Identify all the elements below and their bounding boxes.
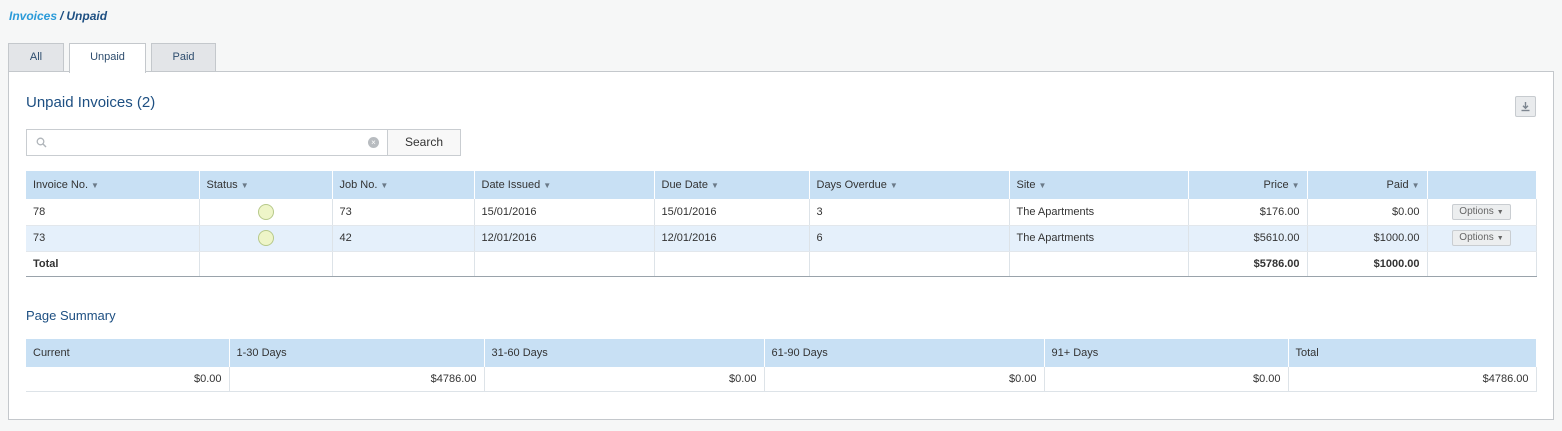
options-label: Options — [1459, 232, 1494, 243]
table-row[interactable]: 73 42 12/01/2016 12/01/2016 6 The Apartm… — [26, 225, 1537, 252]
page-summary-title: Page Summary — [26, 308, 116, 323]
summary-col-current: Current — [26, 339, 230, 367]
summary-value-61-90: $0.00 — [764, 367, 1045, 392]
page-summary-table: Current 1-30 Days 31-60 Days 61-90 Days … — [26, 339, 1537, 392]
sort-caret-icon: ▼ — [543, 181, 552, 190]
cell-invoice-no[interactable]: 73 — [26, 225, 200, 252]
cell-status — [199, 225, 333, 252]
total-paid: $1000.00 — [1307, 250, 1428, 277]
summary-col-total: Total — [1288, 339, 1537, 367]
col-header-price[interactable]: Price ▼ — [1188, 171, 1308, 199]
sort-caret-icon: ▼ — [710, 181, 719, 190]
summary-value-91-plus: $0.00 — [1044, 367, 1289, 392]
summary-value-current: $0.00 — [26, 367, 230, 392]
page-title: Unpaid Invoices (2) — [26, 94, 156, 111]
cell-paid: $1000.00 — [1307, 225, 1428, 252]
breadcrumb: Invoices / Unpaid — [9, 9, 107, 23]
status-indicator-icon — [257, 230, 274, 246]
sort-caret-icon: ▼ — [1038, 181, 1047, 190]
cell-options: Options ▼ — [1427, 199, 1537, 226]
tab-all[interactable]: All — [8, 43, 64, 72]
table-header-row: Invoice No. ▼ Status ▼ Job No. ▼ Date Issue… — [26, 171, 1537, 199]
breadcrumb-separator: / — [60, 9, 64, 23]
cell-status — [199, 199, 333, 226]
breadcrumb-invoices-link[interactable]: Invoices — [9, 9, 57, 23]
total-label: Total — [26, 250, 200, 277]
summary-col-61-90: 61-90 Days — [764, 339, 1045, 367]
col-header-paid[interactable]: Paid ▼ — [1307, 171, 1428, 199]
status-indicator-icon — [257, 203, 274, 220]
summary-header-row: Current 1-30 Days 31-60 Days 61-90 Days … — [26, 339, 1537, 367]
col-header-label: Job No. — [339, 179, 378, 191]
table-row[interactable]: 78 73 15/01/2016 15/01/2016 3 The Apartm… — [26, 199, 1537, 226]
cell-job-no: 73 — [332, 199, 475, 226]
cell-options: Options ▼ — [1427, 225, 1537, 252]
cell-invoice-no[interactable]: 78 — [26, 199, 200, 226]
summary-values-row: $0.00 $4786.00 $0.00 $0.00 $0.00 $4786.0… — [26, 367, 1537, 392]
cell-site: The Apartments — [1009, 199, 1189, 226]
sort-caret-icon: ▼ — [1291, 181, 1300, 190]
cell-site: The Apartments — [1009, 225, 1189, 252]
chevron-down-icon: ▼ — [1496, 208, 1504, 216]
col-header-job-no[interactable]: Job No. ▼ — [332, 171, 475, 199]
col-header-label: Days Overdue — [816, 179, 887, 191]
summary-col-91-plus: 91+ Days — [1044, 339, 1289, 367]
summary-col-1-30: 1-30 Days — [229, 339, 485, 367]
col-header-invoice-no[interactable]: Invoice No. ▼ — [26, 171, 200, 199]
total-row: Total $5786.00 $1000.00 — [26, 250, 1537, 277]
sort-caret-icon: ▼ — [889, 181, 898, 190]
search-icon — [36, 137, 47, 148]
search-box: × — [26, 129, 388, 156]
cell-price: $176.00 — [1188, 199, 1308, 226]
cell-job-no: 42 — [332, 225, 475, 252]
total-price: $5786.00 — [1188, 250, 1308, 277]
col-header-label: Status — [206, 179, 238, 191]
invoices-panel: Unpaid Invoices (2) × Search Invoice No.… — [8, 71, 1554, 420]
col-header-days-overdue[interactable]: Days Overdue ▼ — [809, 171, 1010, 199]
col-header-label: Price — [1263, 179, 1289, 191]
cell-price: $5610.00 — [1188, 225, 1308, 252]
tab-unpaid[interactable]: Unpaid — [69, 43, 146, 73]
download-button[interactable] — [1515, 96, 1536, 117]
invoices-table: Invoice No. ▼ Status ▼ Job No. ▼ Date Issue… — [26, 171, 1537, 277]
download-icon — [1521, 102, 1530, 112]
col-header-options — [1427, 171, 1537, 199]
tab-paid[interactable]: Paid — [151, 43, 216, 72]
sort-caret-icon: ▼ — [1411, 181, 1420, 190]
cell-date-issued: 12/01/2016 — [474, 225, 655, 252]
cell-due-date: 12/01/2016 — [654, 225, 810, 252]
col-header-label: Paid — [1386, 179, 1409, 191]
chevron-down-icon: ▼ — [1496, 235, 1504, 242]
summary-value-1-30: $4786.00 — [229, 367, 485, 392]
options-dropdown[interactable]: Options ▼ — [1452, 203, 1511, 220]
col-header-label: Due Date — [661, 179, 708, 191]
cell-days-overdue: 6 — [809, 225, 1010, 252]
col-header-label: Invoice No. — [33, 179, 89, 191]
summary-value-31-60: $0.00 — [484, 367, 765, 392]
cell-due-date: 15/01/2016 — [654, 199, 810, 226]
cell-days-overdue: 3 — [809, 199, 1010, 226]
options-label: Options — [1459, 205, 1494, 217]
col-header-date-issued[interactable]: Date Issued ▼ — [474, 171, 655, 199]
search-input[interactable] — [53, 132, 363, 153]
cell-paid: $0.00 — [1307, 199, 1428, 226]
search-button[interactable]: Search — [387, 129, 461, 156]
options-dropdown[interactable]: Options ▼ — [1452, 230, 1511, 246]
col-header-label: Site — [1016, 179, 1036, 191]
sort-caret-icon: ▼ — [240, 181, 249, 190]
col-header-status[interactable]: Status ▼ — [199, 171, 333, 199]
summary-col-31-60: 31-60 Days — [484, 339, 765, 367]
breadcrumb-current: Unpaid — [66, 9, 108, 23]
sort-caret-icon: ▼ — [91, 181, 99, 190]
summary-value-total: $4786.00 — [1288, 367, 1537, 392]
sort-caret-icon: ▼ — [380, 181, 389, 190]
col-header-due-date[interactable]: Due Date ▼ — [654, 171, 810, 199]
col-header-site[interactable]: Site ▼ — [1009, 171, 1189, 199]
col-header-label: Date Issued — [481, 179, 541, 191]
cell-date-issued: 15/01/2016 — [474, 199, 655, 226]
clear-search-icon[interactable]: × — [368, 137, 379, 148]
